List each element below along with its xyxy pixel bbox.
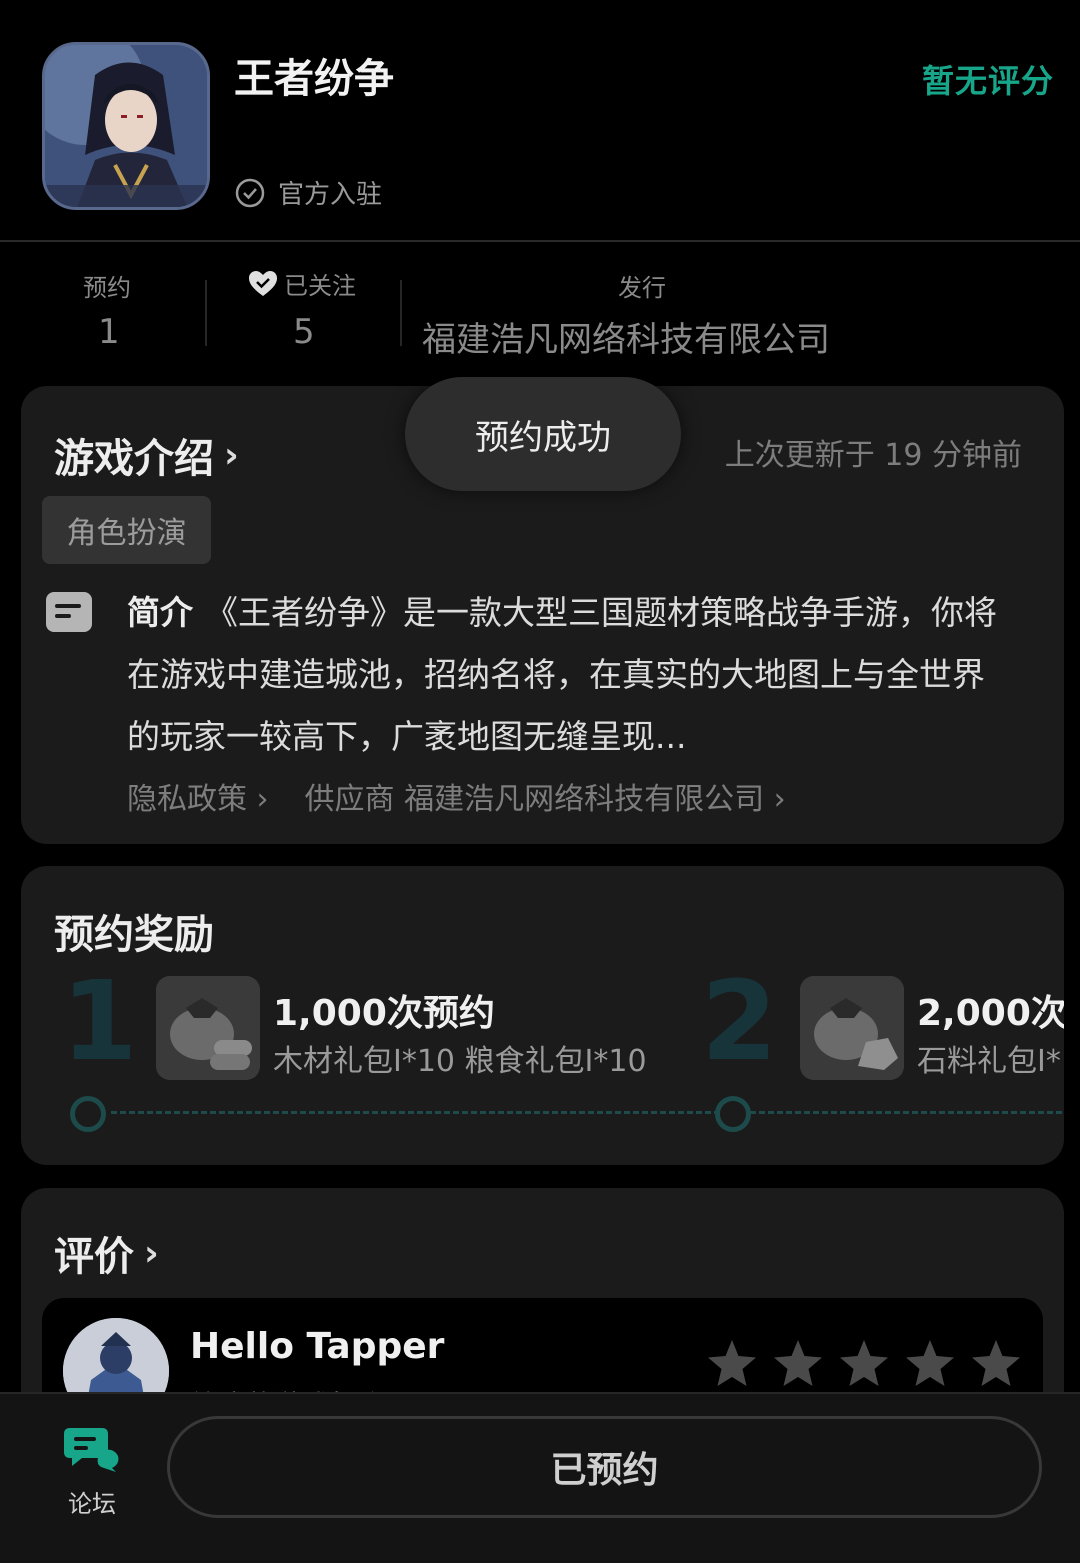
description-heading: 简介 [127, 593, 193, 632]
check-circle-icon [235, 178, 265, 207]
header-divider [0, 240, 1080, 242]
supplier-link[interactable]: 供应商 福建浩凡网络科技有限公司 › [305, 774, 786, 818]
verified-label: 官方入驻 [278, 180, 383, 210]
description-icon [46, 592, 92, 632]
star-icon[interactable] [970, 1338, 1022, 1388]
forum-chat-icon [64, 1428, 119, 1472]
followed-value: 5 [293, 312, 315, 352]
bottom-action-bar: 论坛 已预约 [0, 1392, 1080, 1563]
star-icon[interactable] [706, 1338, 758, 1388]
reservations-value: 1 [98, 312, 120, 352]
reservations-label: 预约 [83, 274, 131, 302]
reward-title: 2,000次预约 [917, 993, 1064, 1034]
app-name: 王者纷争 [234, 56, 394, 102]
star-icon[interactable] [838, 1338, 890, 1388]
reward-title: 1,000次预约 [273, 993, 495, 1034]
game-description[interactable]: 简介 《王者纷争》是一款大型三国题材策略战争手游，你将在游戏中建造城池，招纳名将，… [127, 582, 1017, 768]
heart-check-icon [249, 270, 277, 296]
reward-items: 木材礼包I*10 粮食礼包I*10 [273, 1044, 647, 1079]
reward-items: 石料礼包I*10 [917, 1044, 1064, 1079]
publisher-label: 发行 [618, 274, 666, 302]
intro-title-link[interactable]: 游戏介绍 › [54, 426, 239, 484]
reward-index: 1 [61, 957, 138, 1085]
forum-button[interactable]: 论坛 [52, 1424, 132, 1519]
chevron-right-icon: › [224, 434, 239, 476]
stat-divider [205, 280, 207, 346]
followed-label: 已关注 [284, 272, 356, 300]
verified-badge: 官方入驻 [234, 174, 382, 211]
success-toast: 预约成功 [405, 377, 681, 491]
rating-text: 暂无评分 [921, 62, 1054, 100]
reward-index: 2 [701, 957, 778, 1085]
timeline-dot [715, 1096, 751, 1132]
reward-image-wood-food[interactable] [156, 976, 260, 1080]
star-rating[interactable] [706, 1338, 1022, 1388]
timeline-dot [70, 1096, 106, 1132]
reviewer-name: Hello Tapper [190, 1326, 445, 1367]
star-icon[interactable] [772, 1338, 824, 1388]
reviews-title: 评价 [54, 1234, 134, 1280]
description-body: 《王者纷争》是一款大型三国题材策略战争手游，你将在游戏中建造城池，招纳名将，在真… [127, 593, 997, 756]
reviews-title-link[interactable]: 评价 › [54, 1224, 159, 1282]
reserved-button[interactable]: 已预约 [167, 1416, 1042, 1518]
reward-image-stone[interactable] [800, 976, 904, 1080]
app-icon [42, 42, 210, 210]
reward-timeline [111, 1111, 1064, 1114]
forum-label: 论坛 [68, 1490, 116, 1518]
publisher-value[interactable]: 福建浩凡网络科技有限公司 [422, 312, 830, 361]
chevron-right-icon: › [144, 1232, 159, 1274]
policy-links: 隐私政策 › 供应商 福建浩凡网络科技有限公司 › [127, 774, 786, 818]
privacy-policy-link[interactable]: 隐私政策 › [127, 774, 269, 818]
followed-stat[interactable]: 已关注 [248, 266, 356, 301]
stat-divider [400, 280, 402, 346]
last-updated: 上次更新于 19 分钟前 [724, 438, 1022, 473]
reservation-rewards-card: 预约奖励 1 1,000次预约 木材礼包I*10 粮食礼包I*10 2 2,00… [21, 866, 1064, 1165]
genre-tag[interactable]: 角色扮演 [42, 496, 211, 564]
star-icon[interactable] [904, 1338, 956, 1388]
rewards-title: 预约奖励 [54, 912, 214, 958]
game-detail-page: 王者纷争 暂无评分 官方入驻 预约 1 已关注 5 发行 福建浩凡网络科技有限公… [0, 0, 1080, 1563]
intro-title: 游戏介绍 [54, 436, 214, 482]
